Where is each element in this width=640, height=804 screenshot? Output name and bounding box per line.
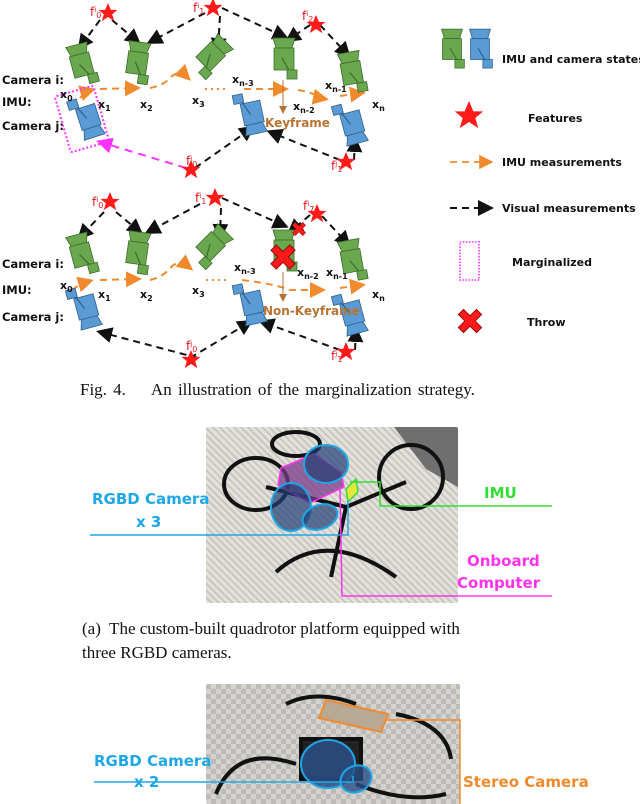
rgbd-camera-label-a: RGBD Camera bbox=[92, 490, 210, 508]
camera-i-x2 bbox=[122, 40, 154, 86]
row-label-imu: IMU: bbox=[2, 283, 32, 297]
camera-i-x1 bbox=[65, 230, 101, 278]
feature-star-icon bbox=[181, 350, 201, 369]
row-label-imu: IMU: bbox=[2, 95, 32, 109]
marginalization-diagram: Camera i: IMU: Camera j: Keyframe x0 x1 … bbox=[2, 0, 640, 369]
camera-i-x3 bbox=[188, 223, 236, 271]
legend-label: Throw bbox=[527, 316, 565, 329]
legend-label: Features bbox=[528, 112, 583, 125]
row-label-camera-j: Camera j: bbox=[2, 310, 64, 324]
svg-text:x3: x3 bbox=[192, 284, 205, 299]
svg-text:fi0: fi0 bbox=[90, 5, 101, 20]
bottom-diagram: Camera i: IMU: Camera j: Non-Keyframe x0… bbox=[2, 188, 385, 369]
camera-j-xn-1 bbox=[330, 99, 369, 148]
legend-item-marginalized: Marginalized bbox=[459, 241, 592, 281]
camera-i-x2 bbox=[122, 230, 154, 276]
legend-item-throw: Throw bbox=[457, 308, 565, 334]
legend-item-features: Features bbox=[454, 101, 583, 129]
feature-star-icon bbox=[203, 0, 223, 17]
rgbd-camera-count-b: x 2 bbox=[134, 773, 160, 791]
legend-label: IMU and camera states bbox=[502, 53, 640, 66]
svg-text:xn-2: xn-2 bbox=[297, 266, 319, 281]
top-diagram: Camera i: IMU: Camera j: Keyframe x0 x1 … bbox=[2, 0, 385, 179]
feature-star-icon bbox=[100, 192, 120, 211]
svg-text:x2: x2 bbox=[140, 288, 153, 303]
camera-i-x3 bbox=[188, 33, 236, 81]
onboard-label-1: Onboard bbox=[467, 552, 540, 570]
camera-i-xn-2 bbox=[272, 37, 298, 80]
keyframe-label: Keyframe bbox=[265, 116, 330, 130]
row-label-camera-i: Camera i: bbox=[2, 257, 64, 271]
svg-text:x0: x0 bbox=[60, 279, 73, 294]
svg-text:x2: x2 bbox=[140, 98, 153, 113]
svg-text:fi7: fi7 bbox=[303, 199, 314, 214]
camera-i-x1 bbox=[65, 40, 101, 88]
row-label-camera-j: Camera j: bbox=[2, 119, 64, 133]
svg-text:xn-3: xn-3 bbox=[232, 73, 254, 88]
legend-label: Visual measurements bbox=[502, 202, 636, 215]
svg-text:fi1: fi1 bbox=[193, 1, 204, 16]
svg-text:fi1: fi1 bbox=[195, 191, 206, 206]
legend-item-imu-measurements: IMU measurements bbox=[450, 154, 622, 170]
svg-text:fi0: fi0 bbox=[92, 195, 103, 210]
row-label-camera-i: Camera i: bbox=[2, 73, 64, 87]
legend-label: IMU measurements bbox=[502, 156, 622, 169]
subcaption-a-line-1: (a) The custom-built quadrotor platform … bbox=[82, 619, 460, 638]
feature-star-icon bbox=[205, 188, 225, 207]
svg-text:xn: xn bbox=[372, 98, 385, 113]
feature-star-icon bbox=[98, 3, 118, 22]
imu-label: IMU bbox=[484, 484, 517, 502]
subcaption-a-line-2: three RGBD cameras. bbox=[82, 643, 232, 662]
legend-item-visual-measurements: Visual measurements bbox=[450, 200, 636, 216]
svg-text:x1: x1 bbox=[98, 98, 111, 113]
svg-text:xn: xn bbox=[372, 288, 385, 303]
rgbd-camera-count-a: x 3 bbox=[136, 513, 162, 531]
svg-text:x1: x1 bbox=[98, 288, 111, 303]
marginalized-box-icon bbox=[459, 241, 480, 281]
svg-text:fj0: fj0 bbox=[186, 154, 197, 169]
svg-text:xn-2: xn-2 bbox=[293, 100, 315, 115]
throw-cross-icon bbox=[457, 308, 483, 334]
rgbd-camera-label-b: RGBD Camera bbox=[94, 752, 212, 770]
stereo-camera-label: Stereo Camera bbox=[463, 773, 589, 791]
camera-j-xn-3 bbox=[231, 89, 268, 138]
photo-a-annotation-lines bbox=[90, 481, 552, 597]
svg-text:x0: x0 bbox=[60, 88, 73, 103]
feature-star-icon bbox=[454, 101, 484, 129]
onboard-label-2: Computer bbox=[457, 574, 541, 592]
svg-text:x3: x3 bbox=[192, 94, 205, 109]
non-keyframe-label: Non-Keyframe bbox=[263, 304, 360, 318]
legend-label: Marginalized bbox=[512, 256, 592, 269]
svg-text:fj0: fj0 bbox=[186, 339, 197, 354]
svg-text:xn-3: xn-3 bbox=[234, 261, 256, 276]
legend-item-states: IMU and camera states bbox=[440, 28, 640, 69]
legend: IMU and camera states Features IMU measu… bbox=[440, 28, 640, 334]
figure-4-caption: Fig. 4. An illustration of the marginali… bbox=[80, 380, 475, 399]
svg-text:fi2: fi2 bbox=[302, 9, 313, 24]
